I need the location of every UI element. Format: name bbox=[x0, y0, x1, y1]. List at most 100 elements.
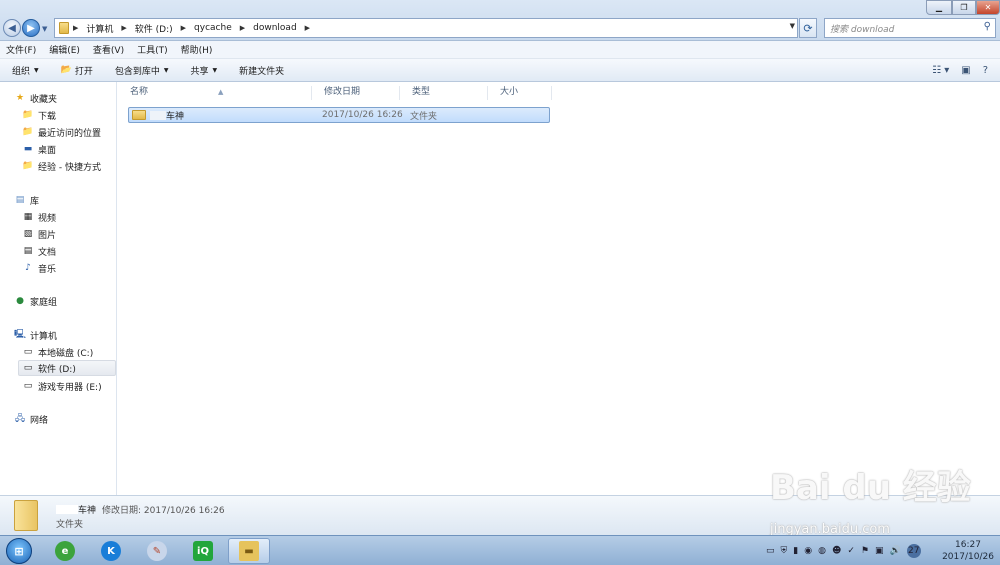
taskbar-app-explorer[interactable]: ▬ bbox=[228, 538, 270, 564]
nav-music[interactable]: ♪ 音乐 bbox=[22, 260, 56, 276]
taskbar-app-kugou[interactable]: K bbox=[90, 538, 132, 564]
window-controls: ▁ ❐ bbox=[926, 0, 976, 15]
start-button[interactable]: ⊞ bbox=[6, 538, 32, 564]
preview-pane-icon[interactable]: ▣ bbox=[961, 65, 970, 76]
notification-badge[interactable]: 27 bbox=[906, 544, 921, 558]
command-bar: 组织 ▼ 📂 打开 包含到库中 ▼ 共享 ▼ 新建文件夹 ☷ ▾ ▣ ? bbox=[0, 59, 1000, 82]
open-button[interactable]: 📂 打开 bbox=[61, 64, 93, 77]
crumb-computer[interactable]: 计算机 ▶ bbox=[86, 22, 126, 35]
close-button[interactable]: ✕ bbox=[976, 0, 1000, 15]
system-drive-icon: ▭ bbox=[23, 347, 33, 357]
document-icon: ▤ bbox=[23, 246, 33, 256]
menu-edit[interactable]: 编辑(E) bbox=[49, 43, 80, 56]
crumb-root-arrow[interactable]: ▶ bbox=[73, 24, 78, 32]
volume-icon[interactable]: 🔊 bbox=[889, 546, 900, 556]
menu-file[interactable]: 文件(F) bbox=[6, 43, 36, 56]
chevron-down-icon: ▼ bbox=[212, 66, 218, 74]
organize-button[interactable]: 组织 ▼ bbox=[12, 64, 39, 77]
back-arrow-icon: ◀ bbox=[8, 22, 16, 34]
keyboard-icon[interactable]: ▭ bbox=[766, 546, 775, 556]
view-options-icon[interactable]: ☷ ▾ bbox=[932, 65, 949, 76]
address-box[interactable]: ▶ 计算机 ▶ 软件 (D:) ▶ qycache ▶ download ▶ ▼ bbox=[54, 18, 798, 38]
column-header-name[interactable]: 名称 ▲ bbox=[118, 86, 312, 100]
nav-videos[interactable]: ▦ 视频 bbox=[22, 209, 56, 225]
column-header-type[interactable]: 类型 bbox=[400, 86, 488, 100]
qq-icon[interactable]: ☻ bbox=[832, 546, 841, 556]
new-folder-button[interactable]: 新建文件夹 bbox=[239, 64, 284, 77]
nav-network[interactable]: 🖧 网络 bbox=[14, 411, 48, 427]
forward-arrow-icon: ▶ bbox=[27, 22, 35, 34]
recent-pages-dropdown[interactable]: ▼ bbox=[42, 25, 47, 33]
menu-help[interactable]: 帮助(H) bbox=[181, 43, 213, 56]
chevron-down-icon: ▼ bbox=[34, 66, 39, 74]
taskbar-clock[interactable]: 16:27 2017/10/26 bbox=[940, 539, 996, 563]
file-row[interactable]: 车神 2017/10/26 16:26 文件夹 bbox=[128, 107, 550, 123]
nav-drive-c[interactable]: ▭ 本地磁盘 (C:) bbox=[22, 344, 93, 360]
column-header-size[interactable]: 大小 bbox=[488, 86, 552, 100]
nav-libraries[interactable]: ▤ 库 bbox=[14, 192, 39, 208]
back-button[interactable]: ◀ bbox=[3, 19, 21, 37]
picture-icon: ▧ bbox=[23, 229, 33, 239]
help-icon[interactable]: ? bbox=[983, 65, 988, 76]
system-tray: ▭ ⛨ ▮ ◉ ◍ ☻ ✓ ⚑ ▣ 🔊 27 bbox=[766, 542, 927, 560]
nav-jingyan-shortcut[interactable]: 📁 经验 - 快捷方式 bbox=[22, 158, 101, 174]
sort-ascending-icon: ▲ bbox=[218, 88, 224, 96]
nav-documents[interactable]: ▤ 文档 bbox=[22, 243, 56, 259]
large-folder-icon bbox=[14, 500, 38, 531]
taskbar: ⊞ e K ✎ iQ ▬ ▭ ⛨ ▮ ◉ ◍ ☻ ✓ ⚑ ▣ 🔊 27 16:2… bbox=[0, 535, 1000, 565]
iqiyi-icon: iQ bbox=[193, 541, 213, 561]
taskbar-app-paint[interactable]: ✎ bbox=[136, 538, 178, 564]
video-icon: ▦ bbox=[23, 212, 33, 222]
toolbar-right: ☷ ▾ ▣ ? bbox=[932, 59, 1000, 82]
windows-logo-icon: ⊞ bbox=[14, 544, 24, 558]
folder-icon bbox=[59, 22, 69, 34]
network-status-icon[interactable]: ▣ bbox=[875, 546, 884, 556]
paint-icon: ✎ bbox=[147, 541, 167, 561]
menu-view[interactable]: 查看(V) bbox=[93, 43, 124, 56]
nav-drive-e[interactable]: ▭ 游戏专用器 (E:) bbox=[22, 378, 102, 394]
close-controls: ✕ bbox=[976, 0, 1000, 15]
redacted-region bbox=[150, 110, 166, 120]
nav-desktop[interactable]: ▬ 桌面 bbox=[22, 141, 56, 157]
menu-tools[interactable]: 工具(T) bbox=[137, 43, 168, 56]
taskbar-app-ie[interactable]: e bbox=[44, 538, 86, 564]
nav-favorites[interactable]: ★ 收藏夹 bbox=[14, 90, 57, 106]
minimize-button[interactable]: ▁ bbox=[926, 0, 952, 15]
downloads-folder-icon: 📁 bbox=[22, 110, 34, 120]
crumb-drive-d[interactable]: 软件 (D:) ▶ bbox=[135, 22, 186, 35]
safety-icon[interactable]: ✓ bbox=[847, 546, 855, 556]
chat-icon[interactable]: ◍ bbox=[818, 546, 826, 556]
battery-icon[interactable]: ▮ bbox=[793, 546, 798, 556]
details-modified: 修改日期: 2017/10/26 16:26 bbox=[102, 506, 225, 516]
refresh-icon: ⟳ bbox=[803, 21, 813, 35]
search-input[interactable]: 搜索 download ⚲ bbox=[824, 18, 996, 38]
nav-pictures[interactable]: ▧ 图片 bbox=[22, 226, 56, 242]
refresh-button[interactable]: ⟳ bbox=[799, 18, 817, 38]
crumb-download[interactable]: download ▶ bbox=[253, 23, 310, 33]
homegroup-icon: ● bbox=[16, 296, 24, 306]
address-dropdown-icon[interactable]: ▼ bbox=[790, 22, 795, 30]
file-type-cell: 文件夹 bbox=[410, 111, 438, 122]
flag-icon[interactable]: ⚑ bbox=[861, 546, 869, 556]
nav-computer[interactable]: 🖳 计算机 bbox=[14, 327, 57, 343]
nav-recent-places[interactable]: 📁 最近访问的位置 bbox=[22, 124, 101, 140]
kugou-icon: K bbox=[101, 541, 121, 561]
address-bar-area: ◀ ▶ ▼ ▶ 计算机 ▶ 软件 (D:) ▶ qycache ▶ download ▶… bbox=[0, 0, 1000, 41]
forward-button[interactable]: ▶ bbox=[22, 19, 40, 37]
file-name-cell: 车神 bbox=[132, 109, 184, 122]
watermark-logo-text: Bai du 经验 bbox=[770, 468, 971, 508]
360-icon[interactable]: ◉ bbox=[804, 546, 812, 556]
share-button[interactable]: 共享 ▼ bbox=[191, 64, 218, 77]
network-icon: 🖧 bbox=[14, 414, 26, 424]
nav-drive-d[interactable]: ▭ 软件 (D:) bbox=[18, 360, 116, 376]
nav-downloads[interactable]: 📁 下载 bbox=[22, 107, 56, 123]
taskbar-app-iqiyi[interactable]: iQ bbox=[182, 538, 224, 564]
maximize-button[interactable]: ❐ bbox=[952, 0, 976, 15]
include-in-library-button[interactable]: 包含到库中 ▼ bbox=[115, 64, 169, 77]
crumb-qycache[interactable]: qycache ▶ bbox=[194, 23, 245, 33]
drive-icon: ▭ bbox=[23, 381, 33, 391]
search-icon[interactable]: ⚲ bbox=[984, 21, 991, 32]
nav-homegroup[interactable]: ● 家庭组 bbox=[14, 293, 57, 309]
column-header-date-modified[interactable]: 修改日期 bbox=[312, 86, 400, 100]
shield-icon[interactable]: ⛨ bbox=[781, 546, 788, 556]
